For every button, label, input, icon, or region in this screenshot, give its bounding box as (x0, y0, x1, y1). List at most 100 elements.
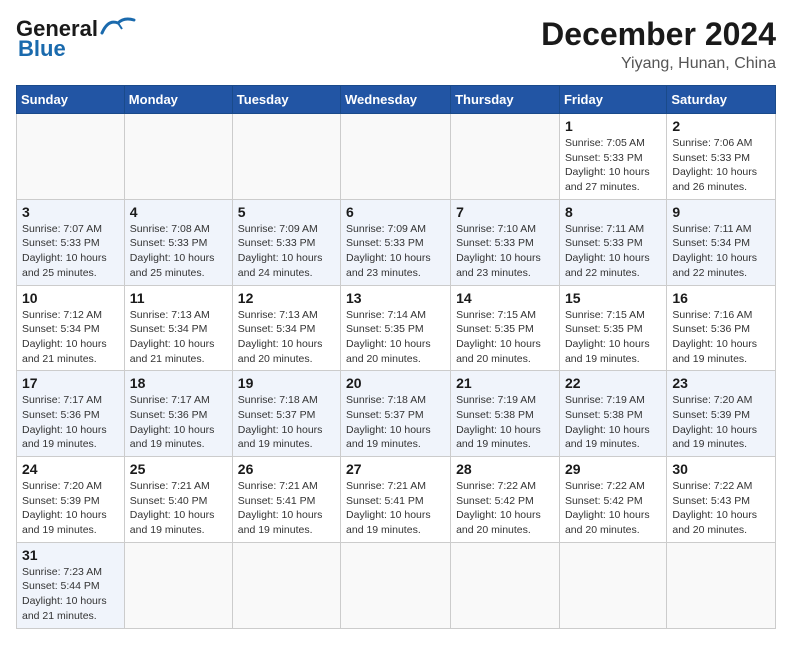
day-info: Sunrise: 7:10 AMSunset: 5:33 PMDaylight:… (456, 223, 541, 279)
header-wednesday: Wednesday (341, 86, 451, 114)
day-info: Sunrise: 7:17 AMSunset: 5:36 PMDaylight:… (22, 394, 107, 450)
day-number: 23 (672, 375, 770, 391)
header-friday: Friday (559, 86, 666, 114)
calendar-day-cell (341, 114, 451, 200)
calendar-day-cell: 29 Sunrise: 7:22 AMSunset: 5:42 PMDaylig… (559, 457, 666, 543)
calendar-day-cell: 27 Sunrise: 7:21 AMSunset: 5:41 PMDaylig… (341, 457, 451, 543)
day-info: Sunrise: 7:16 AMSunset: 5:36 PMDaylight:… (672, 309, 757, 365)
calendar-week-row: 31 Sunrise: 7:23 AMSunset: 5:44 PMDaylig… (17, 542, 776, 628)
day-number: 5 (238, 204, 335, 220)
day-number: 9 (672, 204, 770, 220)
calendar-week-row: 24 Sunrise: 7:20 AMSunset: 5:39 PMDaylig… (17, 457, 776, 543)
calendar-day-cell: 19 Sunrise: 7:18 AMSunset: 5:37 PMDaylig… (232, 371, 340, 457)
calendar-day-cell: 8 Sunrise: 7:11 AMSunset: 5:33 PMDayligh… (559, 199, 666, 285)
day-number: 26 (238, 461, 335, 477)
day-info: Sunrise: 7:11 AMSunset: 5:33 PMDaylight:… (565, 223, 650, 279)
calendar-day-cell: 3 Sunrise: 7:07 AMSunset: 5:33 PMDayligh… (17, 199, 125, 285)
day-number: 27 (346, 461, 445, 477)
day-number: 13 (346, 290, 445, 306)
day-info: Sunrise: 7:17 AMSunset: 5:36 PMDaylight:… (130, 394, 215, 450)
calendar-day-cell: 7 Sunrise: 7:10 AMSunset: 5:33 PMDayligh… (451, 199, 560, 285)
day-info: Sunrise: 7:07 AMSunset: 5:33 PMDaylight:… (22, 223, 107, 279)
day-info: Sunrise: 7:22 AMSunset: 5:42 PMDaylight:… (565, 480, 650, 536)
title-block: December 2024 Yiyang, Hunan, China (541, 16, 776, 73)
day-info: Sunrise: 7:21 AMSunset: 5:41 PMDaylight:… (238, 480, 323, 536)
logo-blue: Blue (18, 36, 66, 62)
day-info: Sunrise: 7:05 AMSunset: 5:33 PMDaylight:… (565, 137, 650, 193)
calendar-day-cell (451, 542, 560, 628)
calendar-subtitle: Yiyang, Hunan, China (541, 55, 776, 73)
calendar-table: Sunday Monday Tuesday Wednesday Thursday… (16, 85, 776, 629)
day-number: 31 (22, 547, 119, 563)
calendar-day-cell: 2 Sunrise: 7:06 AMSunset: 5:33 PMDayligh… (667, 114, 776, 200)
day-number: 30 (672, 461, 770, 477)
day-info: Sunrise: 7:09 AMSunset: 5:33 PMDaylight:… (238, 223, 323, 279)
day-number: 29 (565, 461, 661, 477)
calendar-day-cell: 31 Sunrise: 7:23 AMSunset: 5:44 PMDaylig… (17, 542, 125, 628)
day-info: Sunrise: 7:15 AMSunset: 5:35 PMDaylight:… (565, 309, 650, 365)
day-number: 20 (346, 375, 445, 391)
day-number: 21 (456, 375, 554, 391)
calendar-day-cell (559, 542, 666, 628)
calendar-day-cell: 15 Sunrise: 7:15 AMSunset: 5:35 PMDaylig… (559, 285, 666, 371)
day-number: 4 (130, 204, 227, 220)
calendar-day-cell: 21 Sunrise: 7:19 AMSunset: 5:38 PMDaylig… (451, 371, 560, 457)
day-info: Sunrise: 7:22 AMSunset: 5:43 PMDaylight:… (672, 480, 757, 536)
day-info: Sunrise: 7:22 AMSunset: 5:42 PMDaylight:… (456, 480, 541, 536)
day-number: 2 (672, 118, 770, 134)
calendar-day-cell: 22 Sunrise: 7:19 AMSunset: 5:38 PMDaylig… (559, 371, 666, 457)
calendar-day-cell: 26 Sunrise: 7:21 AMSunset: 5:41 PMDaylig… (232, 457, 340, 543)
calendar-day-cell: 25 Sunrise: 7:21 AMSunset: 5:40 PMDaylig… (124, 457, 232, 543)
calendar-day-cell: 11 Sunrise: 7:13 AMSunset: 5:34 PMDaylig… (124, 285, 232, 371)
day-number: 14 (456, 290, 554, 306)
day-number: 28 (456, 461, 554, 477)
day-info: Sunrise: 7:09 AMSunset: 5:33 PMDaylight:… (346, 223, 431, 279)
calendar-day-cell: 18 Sunrise: 7:17 AMSunset: 5:36 PMDaylig… (124, 371, 232, 457)
calendar-day-cell: 16 Sunrise: 7:16 AMSunset: 5:36 PMDaylig… (667, 285, 776, 371)
calendar-day-cell: 4 Sunrise: 7:08 AMSunset: 5:33 PMDayligh… (124, 199, 232, 285)
day-info: Sunrise: 7:13 AMSunset: 5:34 PMDaylight:… (130, 309, 215, 365)
calendar-day-cell (451, 114, 560, 200)
header-tuesday: Tuesday (232, 86, 340, 114)
day-number: 16 (672, 290, 770, 306)
day-number: 24 (22, 461, 119, 477)
header-sunday: Sunday (17, 86, 125, 114)
calendar-day-cell: 10 Sunrise: 7:12 AMSunset: 5:34 PMDaylig… (17, 285, 125, 371)
calendar-day-cell (232, 114, 340, 200)
calendar-day-cell: 1 Sunrise: 7:05 AMSunset: 5:33 PMDayligh… (559, 114, 666, 200)
day-info: Sunrise: 7:18 AMSunset: 5:37 PMDaylight:… (238, 394, 323, 450)
day-number: 3 (22, 204, 119, 220)
day-info: Sunrise: 7:18 AMSunset: 5:37 PMDaylight:… (346, 394, 431, 450)
calendar-day-cell: 9 Sunrise: 7:11 AMSunset: 5:34 PMDayligh… (667, 199, 776, 285)
calendar-day-cell: 5 Sunrise: 7:09 AMSunset: 5:33 PMDayligh… (232, 199, 340, 285)
header-monday: Monday (124, 86, 232, 114)
calendar-day-cell: 6 Sunrise: 7:09 AMSunset: 5:33 PMDayligh… (341, 199, 451, 285)
day-number: 19 (238, 375, 335, 391)
calendar-day-cell: 24 Sunrise: 7:20 AMSunset: 5:39 PMDaylig… (17, 457, 125, 543)
day-info: Sunrise: 7:20 AMSunset: 5:39 PMDaylight:… (22, 480, 107, 536)
page-header: General Blue December 2024 Yiyang, Hunan… (16, 16, 776, 73)
day-info: Sunrise: 7:23 AMSunset: 5:44 PMDaylight:… (22, 566, 107, 622)
day-number: 7 (456, 204, 554, 220)
day-number: 15 (565, 290, 661, 306)
calendar-day-cell: 28 Sunrise: 7:22 AMSunset: 5:42 PMDaylig… (451, 457, 560, 543)
calendar-day-cell: 20 Sunrise: 7:18 AMSunset: 5:37 PMDaylig… (341, 371, 451, 457)
day-info: Sunrise: 7:14 AMSunset: 5:35 PMDaylight:… (346, 309, 431, 365)
calendar-day-cell: 14 Sunrise: 7:15 AMSunset: 5:35 PMDaylig… (451, 285, 560, 371)
calendar-day-cell (341, 542, 451, 628)
logo-bird-icon (100, 15, 136, 37)
day-info: Sunrise: 7:06 AMSunset: 5:33 PMDaylight:… (672, 137, 757, 193)
day-number: 11 (130, 290, 227, 306)
day-number: 22 (565, 375, 661, 391)
calendar-day-cell (667, 542, 776, 628)
day-number: 17 (22, 375, 119, 391)
logo: General Blue (16, 16, 136, 62)
day-info: Sunrise: 7:20 AMSunset: 5:39 PMDaylight:… (672, 394, 757, 450)
calendar-day-cell: 23 Sunrise: 7:20 AMSunset: 5:39 PMDaylig… (667, 371, 776, 457)
day-info: Sunrise: 7:12 AMSunset: 5:34 PMDaylight:… (22, 309, 107, 365)
day-number: 12 (238, 290, 335, 306)
calendar-day-cell: 12 Sunrise: 7:13 AMSunset: 5:34 PMDaylig… (232, 285, 340, 371)
calendar-day-cell (124, 114, 232, 200)
calendar-title: December 2024 (541, 16, 776, 53)
day-number: 25 (130, 461, 227, 477)
